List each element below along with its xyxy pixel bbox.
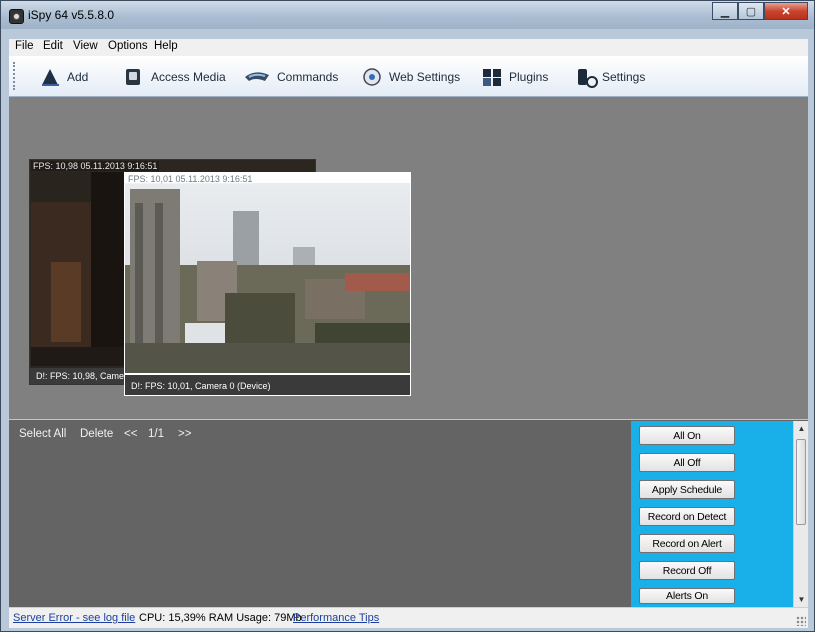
camera-workspace: FPS: 10,98 05.11.2013 9:16:51 D!: FPS: 1…: [9, 97, 808, 419]
camera-tile-2[interactable]: FPS: 10,01 05.11.2013 9:16:51 D!: FPS: 1…: [124, 172, 411, 396]
access-media-label: Access Media: [151, 70, 226, 84]
window-controls: ▁ ▢ ✕: [712, 2, 808, 20]
window-title: iSpy 64 v5.5.8.0: [28, 8, 115, 22]
minimize-button[interactable]: ▁: [712, 2, 738, 20]
menu-help[interactable]: Help: [154, 40, 178, 52]
web-settings-label: Web Settings: [389, 70, 461, 84]
all-on-button[interactable]: All On: [639, 426, 735, 445]
maximize-button[interactable]: ▢: [738, 2, 764, 20]
cpu-ram-usage: CPU: 15,39% RAM Usage: 79Mb: [139, 612, 302, 624]
toolbar-grip[interactable]: [13, 62, 17, 90]
record-off-button[interactable]: Record Off: [639, 561, 735, 580]
title-bar[interactable]: iSpy 64 v5.5.8.0 ▁ ▢ ✕: [1, 1, 814, 29]
toolbar: Add Access Media Commands Web Settings P…: [9, 56, 808, 97]
add-person-icon: [39, 67, 61, 87]
record-on-alert-button[interactable]: Record on Alert: [639, 534, 735, 553]
plugins-button[interactable]: Plugins: [481, 66, 548, 88]
add-label: Add: [67, 70, 89, 84]
scroll-down-icon[interactable]: ▼: [794, 592, 809, 607]
scroll-up-icon[interactable]: ▲: [794, 421, 809, 436]
alerts-on-button[interactable]: Alerts On: [639, 588, 735, 604]
record-on-detect-button[interactable]: Record on Detect: [639, 507, 735, 526]
web-settings-button[interactable]: Web Settings: [361, 66, 460, 88]
camera-1-overlay: FPS: 10,98 05.11.2013 9:16:51: [31, 161, 160, 171]
close-button[interactable]: ✕: [764, 2, 808, 20]
camera-2-caption: D!: FPS: 10,01, Camera 0 (Device): [125, 375, 410, 395]
menu-options[interactable]: Options: [108, 40, 148, 52]
next-page-link[interactable]: >>: [178, 428, 191, 440]
ispy-app-icon[interactable]: [9, 9, 24, 24]
page-indicator: 1/1: [148, 428, 164, 440]
plugins-label: Plugins: [509, 70, 549, 84]
status-bar: Server Error - see log file CPU: 15,39% …: [9, 607, 808, 628]
apply-schedule-button[interactable]: Apply Schedule: [639, 480, 735, 499]
delete-link[interactable]: Delete: [80, 428, 113, 440]
scroll-thumb[interactable]: [796, 439, 806, 525]
camera-2-overlay: FPS: 10,01 05.11.2013 9:16:51: [126, 174, 255, 184]
performance-tips-link[interactable]: Performance Tips: [293, 612, 379, 624]
media-icon: [123, 67, 145, 87]
prev-page-link[interactable]: <<: [124, 428, 137, 440]
access-media-button[interactable]: Access Media: [123, 66, 226, 88]
add-button[interactable]: Add: [39, 66, 88, 88]
actions-panel: All On All Off Apply Schedule Record on …: [631, 421, 793, 607]
menu-edit[interactable]: Edit: [43, 40, 63, 52]
bottom-panel: Select All Delete << 1/1 >> All On All O…: [9, 420, 808, 607]
menu-view[interactable]: View: [73, 40, 98, 52]
web-settings-icon: [361, 67, 383, 87]
settings-button[interactable]: Settings: [576, 66, 645, 88]
menu-file[interactable]: File: [15, 40, 34, 52]
camera-2-feed: [125, 183, 410, 373]
plugins-icon: [481, 67, 503, 87]
settings-label: Settings: [602, 70, 646, 84]
server-error-link[interactable]: Server Error - see log file: [13, 612, 135, 624]
all-off-button[interactable]: All Off: [639, 453, 735, 472]
actions-scrollbar[interactable]: ▲ ▼: [793, 421, 808, 607]
resize-grip[interactable]: [796, 616, 806, 626]
commands-icon: [243, 67, 271, 87]
select-all-link[interactable]: Select All: [19, 428, 66, 440]
menu-bar: File Edit View Options Help: [9, 39, 808, 57]
settings-icon: [576, 67, 600, 88]
commands-label: Commands: [277, 70, 339, 84]
app-window: iSpy 64 v5.5.8.0 ▁ ▢ ✕ File Edit View Op…: [0, 0, 815, 632]
commands-button[interactable]: Commands: [243, 66, 338, 88]
